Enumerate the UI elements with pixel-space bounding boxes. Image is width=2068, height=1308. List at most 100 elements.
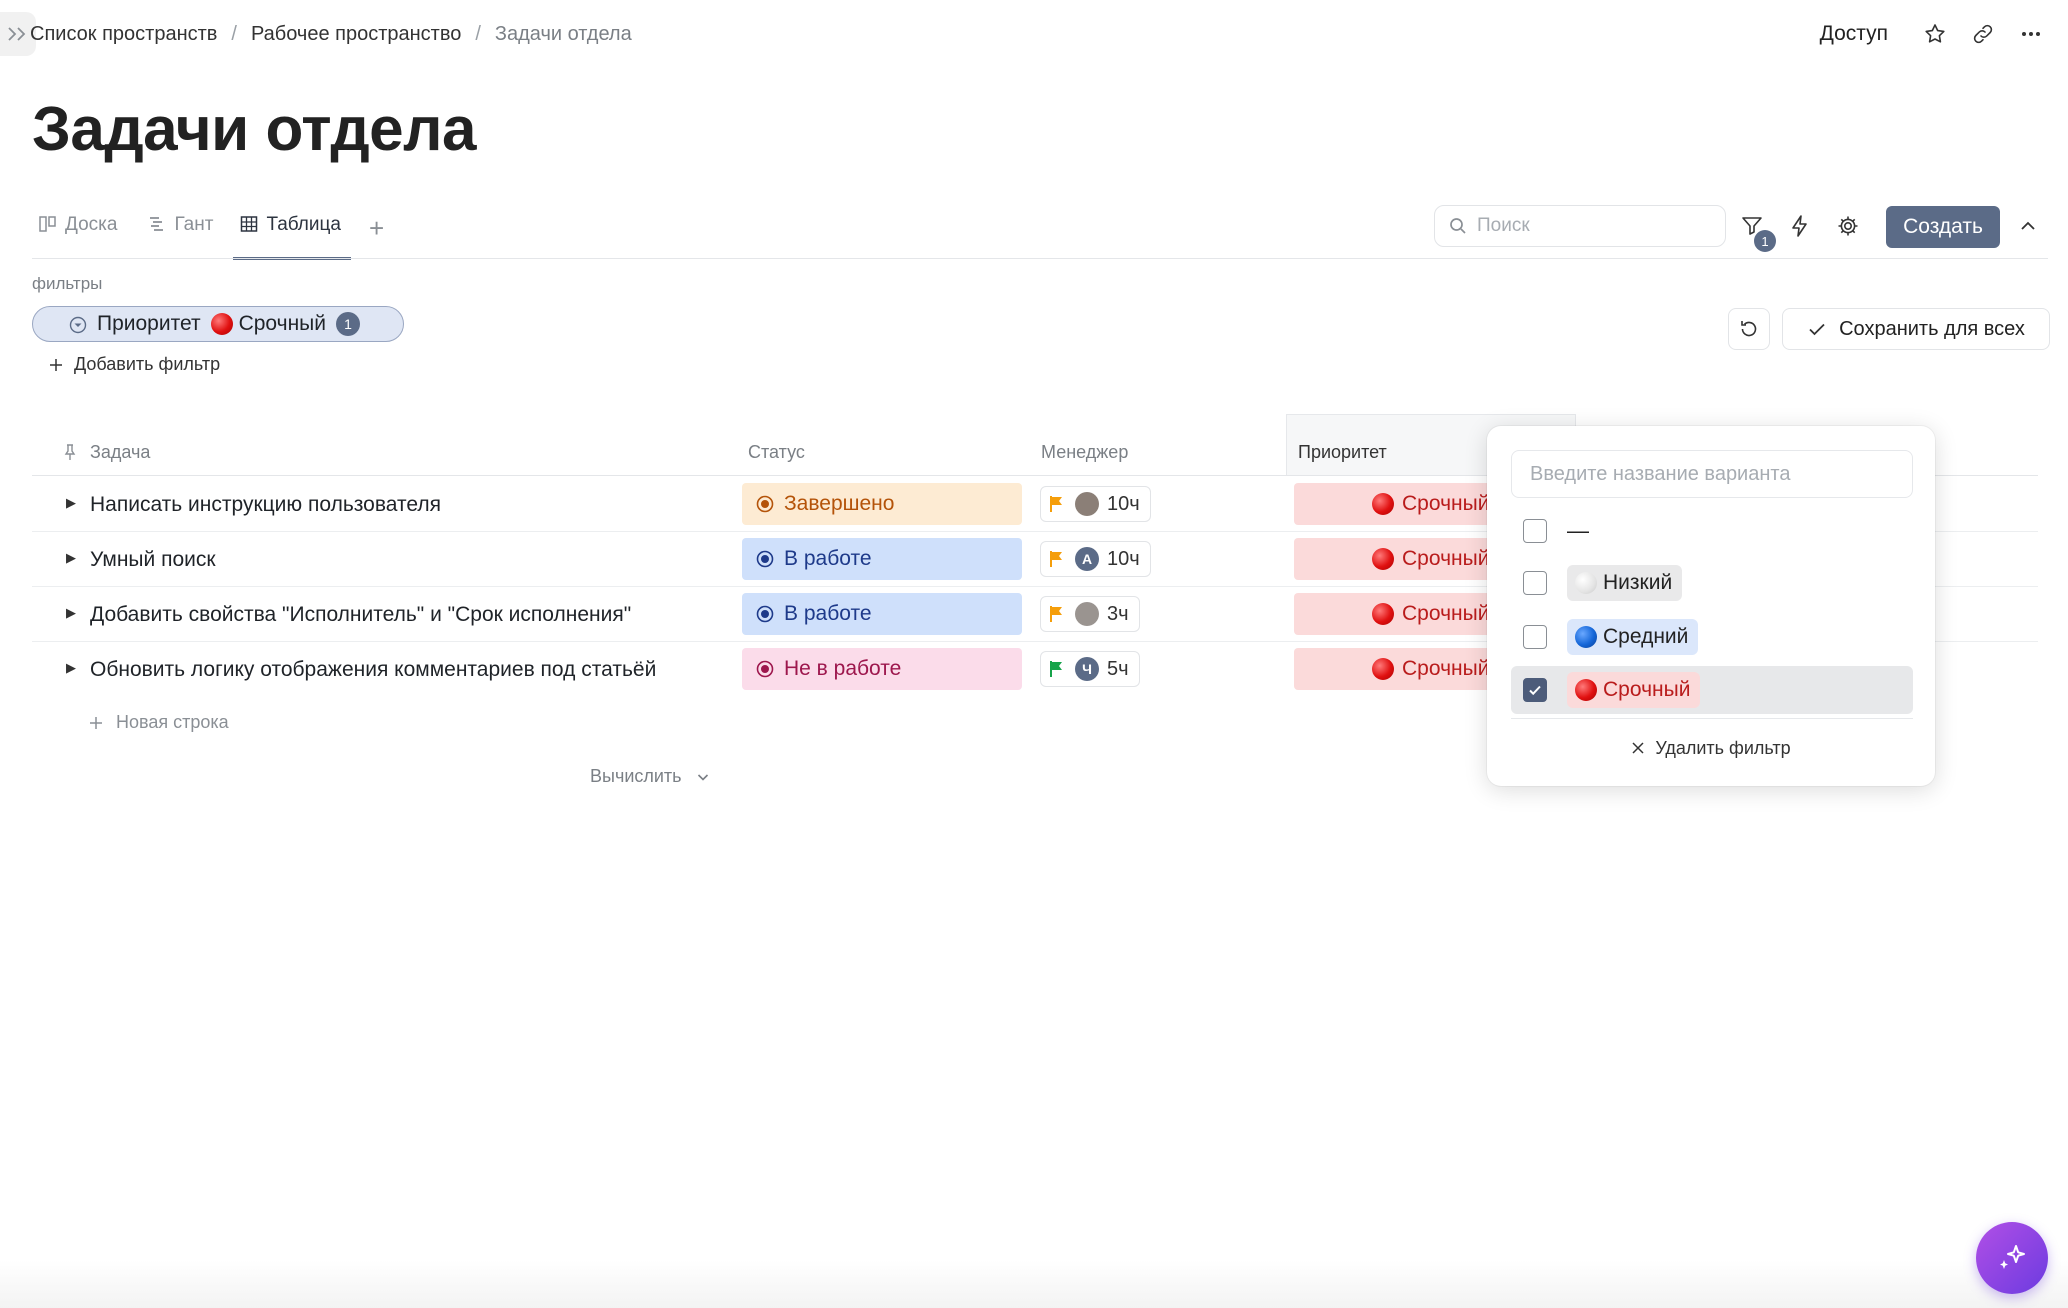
dropdown-divider: [1511, 718, 1913, 719]
urgent-dot-icon: [210, 313, 233, 335]
filters-section-label: фильтры: [32, 274, 103, 293]
check-icon: [1809, 323, 1825, 336]
manager-cell[interactable]: 3ч: [1040, 596, 1140, 632]
breadcrumb: Список пространств / Рабочее пространств…: [30, 18, 632, 50]
header-actions: Доступ: [1820, 14, 2062, 54]
option-low[interactable]: Низкий: [1511, 559, 1913, 607]
expand-caret-icon[interactable]: ▶: [66, 660, 76, 676]
status-label: В работе: [784, 547, 872, 570]
manager-cell[interactable]: 10ч: [1040, 486, 1151, 522]
column-header-manager[interactable]: Менеджер: [1041, 428, 1128, 476]
active-filter-chip[interactable]: Приоритет Срочный 1: [32, 306, 404, 342]
column-header-priority[interactable]: Приоритет: [1298, 428, 1387, 476]
check-icon: [1529, 685, 1541, 696]
tab-board[interactable]: Доска: [32, 210, 127, 260]
status-badge[interactable]: В работе: [742, 593, 1022, 635]
task-title[interactable]: Умный поиск: [90, 548, 216, 572]
option-checkbox[interactable]: [1523, 678, 1547, 702]
expand-caret-icon[interactable]: ▶: [66, 550, 76, 566]
add-filter-label: Добавить фильтр: [74, 354, 221, 374]
option-label: Срочный: [1603, 678, 1691, 701]
status-dot-icon: [756, 550, 774, 568]
view-tabs: Доска Гант Таблица +: [32, 210, 384, 260]
option-chip: Низкий: [1567, 565, 1683, 601]
star-icon[interactable]: [1918, 17, 1952, 51]
breadcrumb-item-workspace[interactable]: Рабочее пространство: [251, 23, 461, 46]
lightning-icon: [1792, 215, 1807, 237]
remove-filter-button[interactable]: Удалить фильтр: [1487, 730, 1935, 766]
ai-assistant-button[interactable]: [1976, 1222, 2048, 1294]
tab-gantt-label: Гант: [174, 214, 214, 235]
option-urgent[interactable]: Срочный: [1511, 666, 1913, 714]
option-checkbox[interactable]: [1523, 571, 1547, 595]
filter-value-label: Срочный: [238, 312, 327, 335]
column-header-status[interactable]: Статус: [748, 428, 805, 476]
breadcrumb-item-spaces[interactable]: Список пространств: [30, 23, 217, 46]
link-icon[interactable]: [1966, 17, 2000, 51]
hours-label: 10ч: [1107, 547, 1140, 570]
automation-button[interactable]: [1782, 208, 1818, 244]
option-medium[interactable]: Средний: [1511, 613, 1913, 661]
new-row-label: Новая строка: [116, 712, 229, 732]
priority-badge[interactable]: Срочный: [1294, 538, 1508, 580]
filter-field-label: Приоритет: [97, 312, 201, 335]
status-badge[interactable]: В работе: [742, 538, 1022, 580]
priority-badge[interactable]: Срочный: [1294, 648, 1508, 690]
collapse-button[interactable]: [2010, 208, 2046, 244]
task-title[interactable]: Добавить свойства "Исполнитель" и "Срок …: [90, 603, 631, 627]
reset-filters-button[interactable]: [1728, 308, 1770, 350]
option-checkbox[interactable]: [1523, 519, 1547, 543]
option-none[interactable]: —: [1511, 507, 1913, 555]
option-label: —: [1567, 518, 1589, 543]
bottom-bar: [0, 1260, 2068, 1308]
task-title[interactable]: Написать инструкцию пользователя: [90, 493, 441, 517]
chevron-up-icon: [2021, 221, 2035, 230]
status-badge[interactable]: Не в работе: [742, 648, 1022, 690]
hours-label: 3ч: [1107, 602, 1129, 625]
status-badge[interactable]: Завершено: [742, 483, 1022, 525]
breadcrumb-separator: /: [231, 22, 237, 45]
option-chip: Средний: [1567, 619, 1699, 655]
priority-label: Срочный: [1402, 492, 1490, 515]
new-row-button[interactable]: Новая строка: [88, 712, 229, 733]
close-icon: [1632, 742, 1644, 754]
access-button[interactable]: Доступ: [1820, 22, 1888, 46]
option-checkbox[interactable]: [1523, 625, 1547, 649]
column-header-task-label: Задача: [90, 441, 151, 462]
more-icon[interactable]: [2014, 17, 2048, 51]
add-view-button[interactable]: +: [369, 210, 384, 242]
plus-icon: [90, 716, 102, 729]
save-for-all-button[interactable]: Сохранить для всех: [1782, 308, 2050, 350]
task-title[interactable]: Обновить логику отображения комментариев…: [90, 658, 656, 682]
urgent-dot-icon: [1372, 548, 1394, 570]
priority-badge[interactable]: Срочный: [1294, 593, 1508, 635]
filter-value-count: 1: [336, 312, 361, 336]
tab-gantt[interactable]: Гант: [141, 210, 223, 260]
search-box: [1434, 205, 1726, 247]
tab-table-label: Таблица: [266, 214, 341, 235]
chevron-down-icon: [697, 773, 708, 781]
avatar: [1075, 492, 1099, 516]
column-header-task[interactable]: Задача: [62, 428, 150, 476]
remove-filter-label: Удалить фильтр: [1655, 737, 1791, 758]
priority-badge[interactable]: Срочный: [1294, 483, 1508, 525]
search-input[interactable]: [1477, 215, 1697, 237]
avatar: [1075, 602, 1099, 626]
calculate-button[interactable]: Вычислить: [590, 766, 710, 787]
priority-label: Срочный: [1402, 657, 1490, 680]
manager-cell[interactable]: Ч 5ч: [1040, 651, 1140, 687]
manager-cell[interactable]: А 10ч: [1040, 541, 1151, 577]
add-filter-button[interactable]: Добавить фильтр: [48, 354, 220, 375]
tabs-divider: [32, 258, 2048, 259]
urgent-dot-icon: [1575, 679, 1597, 701]
option-search-input[interactable]: [1511, 450, 1913, 498]
urgent-dot-icon: [1372, 603, 1394, 625]
expand-caret-icon[interactable]: ▶: [66, 495, 76, 511]
create-button[interactable]: Создать: [1886, 206, 2000, 248]
sparkle-icon: [2000, 1245, 2025, 1269]
tab-board-label: Доска: [65, 214, 118, 235]
breadcrumb-separator: /: [475, 22, 481, 45]
tab-table[interactable]: Таблица: [233, 210, 351, 260]
expand-caret-icon[interactable]: ▶: [66, 605, 76, 621]
settings-button[interactable]: [1830, 208, 1866, 244]
